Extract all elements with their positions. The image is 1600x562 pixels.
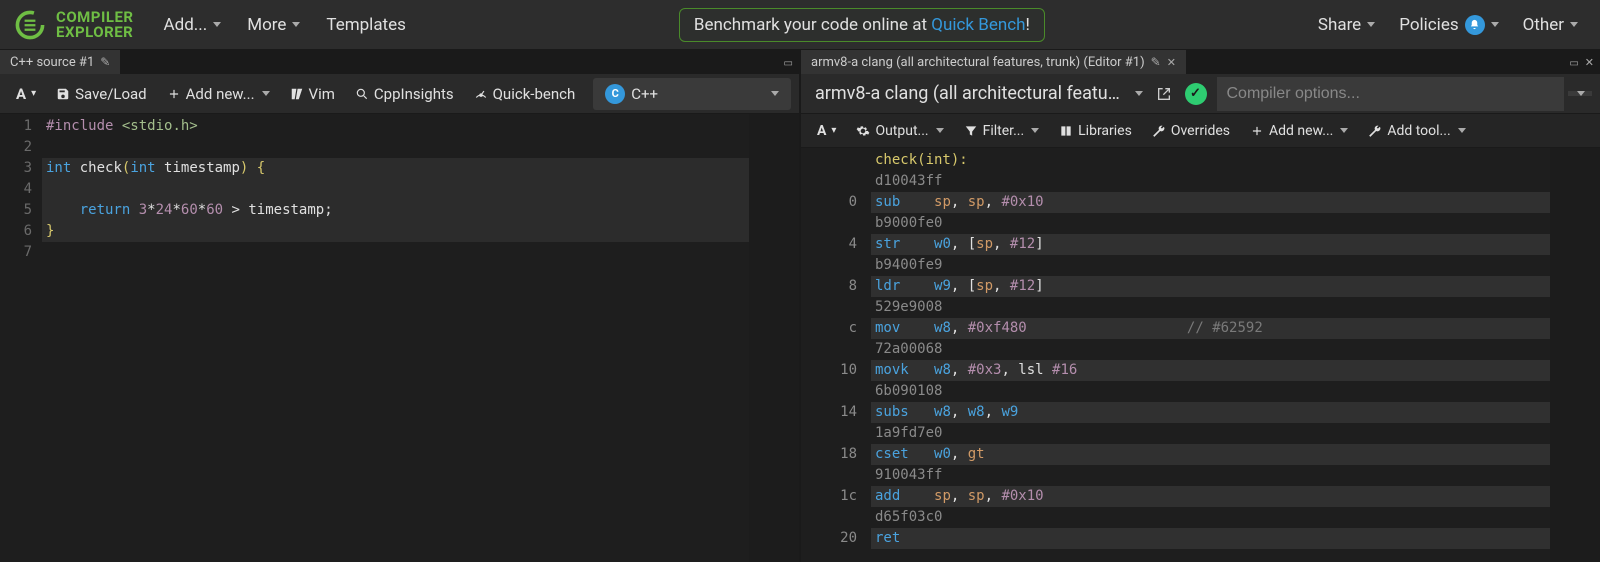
asm-editor[interactable]: 0 4 8 c 10 14 18 1c 20 check(int):d10043… bbox=[801, 148, 1600, 562]
vim-button[interactable]: Vim bbox=[282, 80, 343, 108]
maximize-icon[interactable] bbox=[1569, 56, 1578, 69]
addtool-button[interactable]: Add tool... bbox=[1360, 118, 1473, 144]
save-icon bbox=[56, 87, 70, 101]
compiler-toolbar: armv8-a clang (all architectural feature… bbox=[801, 74, 1600, 114]
wrench-icon bbox=[1152, 124, 1166, 138]
editor-tab[interactable]: C++ source #1 bbox=[0, 50, 121, 74]
magnifier-icon bbox=[355, 87, 369, 101]
editor-pane: C++ source #1 A▾ Save/Load Add new... Vi… bbox=[0, 50, 801, 562]
nav-other[interactable]: Other bbox=[1513, 9, 1588, 41]
addnew-button[interactable]: Add new... bbox=[1242, 118, 1356, 144]
logo-icon bbox=[12, 7, 48, 43]
source-code[interactable]: #include <stdio.h> int check(int timesta… bbox=[42, 114, 749, 562]
nav-add[interactable]: Add... bbox=[154, 9, 232, 41]
wrench-icon bbox=[1368, 124, 1382, 138]
quick-bench-link[interactable]: Quick Bench bbox=[931, 15, 1025, 35]
pencil-icon[interactable] bbox=[100, 55, 110, 70]
promo-banner[interactable]: Benchmark your code online at Quick Benc… bbox=[679, 8, 1045, 42]
plus-icon bbox=[1250, 124, 1264, 138]
topbar: COMPILER EXPLORER Add... More Templates … bbox=[0, 0, 1600, 50]
source-gutter: 1234567 bbox=[0, 114, 42, 562]
asm-code[interactable]: check(int):d10043ffsub sp, sp, #0x10b900… bbox=[871, 148, 1550, 562]
nav-policies[interactable]: Policies bbox=[1389, 9, 1508, 41]
compiler-pane: armv8-a clang (all architectural feature… bbox=[801, 50, 1600, 562]
language-select[interactable]: C C++ bbox=[593, 78, 791, 110]
add-new-button[interactable]: Add new... bbox=[159, 80, 278, 108]
close-icon[interactable] bbox=[1167, 55, 1176, 70]
plus-icon bbox=[167, 87, 181, 101]
source-editor[interactable]: 1234567 #include <stdio.h> int check(int… bbox=[0, 114, 799, 562]
libraries-button[interactable]: Libraries bbox=[1051, 118, 1140, 144]
gauge-icon bbox=[474, 87, 488, 101]
cppinsights-button[interactable]: CppInsights bbox=[347, 80, 462, 108]
book-icon bbox=[1059, 124, 1073, 138]
minimap[interactable] bbox=[1550, 148, 1600, 562]
nav-right: Share Policies Other bbox=[1308, 9, 1588, 41]
output-button[interactable]: Output... bbox=[848, 118, 951, 144]
save-load-button[interactable]: Save/Load bbox=[48, 80, 155, 108]
options-dropdown[interactable] bbox=[1568, 91, 1592, 96]
nav-left: Add... More Templates bbox=[154, 9, 416, 41]
font-button[interactable]: A▾ bbox=[8, 80, 44, 108]
editor-tab-strip: C++ source #1 bbox=[0, 50, 799, 74]
funnel-icon bbox=[964, 124, 978, 138]
font-button[interactable]: A▾ bbox=[809, 118, 844, 144]
compiler-subtoolbar: A▾ Output... Filter... Libraries Overrid… bbox=[801, 114, 1600, 148]
cpp-icon: C bbox=[605, 84, 625, 104]
asm-gutter: 0 4 8 c 10 14 18 1c 20 bbox=[801, 148, 871, 562]
gear-icon bbox=[856, 124, 870, 138]
popout-icon[interactable] bbox=[1153, 83, 1175, 105]
status-ok-icon: ✓ bbox=[1185, 83, 1207, 105]
nav-more[interactable]: More bbox=[237, 9, 310, 41]
vim-icon bbox=[290, 87, 304, 101]
maximize-icon[interactable] bbox=[784, 56, 793, 69]
tab-label: armv8-a clang (all architectural feature… bbox=[811, 55, 1145, 70]
compiler-options-input[interactable] bbox=[1217, 77, 1565, 111]
logo-text: COMPILER EXPLORER bbox=[56, 10, 134, 40]
overrides-button[interactable]: Overrides bbox=[1144, 118, 1238, 144]
logo[interactable]: COMPILER EXPLORER bbox=[12, 7, 134, 43]
compiler-tab[interactable]: armv8-a clang (all architectural feature… bbox=[801, 50, 1187, 74]
bell-icon bbox=[1465, 15, 1485, 35]
nav-templates[interactable]: Templates bbox=[316, 9, 416, 41]
editor-toolbar: A▾ Save/Load Add new... Vim CppInsights … bbox=[0, 74, 799, 114]
close-pane-icon[interactable] bbox=[1585, 56, 1594, 69]
tab-label: C++ source #1 bbox=[10, 55, 94, 70]
quickbench-button[interactable]: Quick-bench bbox=[466, 80, 584, 108]
compiler-tab-strip: armv8-a clang (all architectural feature… bbox=[801, 50, 1600, 74]
pencil-icon[interactable] bbox=[1151, 55, 1161, 70]
filter-button[interactable]: Filter... bbox=[956, 118, 1048, 144]
panes: C++ source #1 A▾ Save/Load Add new... Vi… bbox=[0, 50, 1600, 562]
minimap[interactable] bbox=[749, 114, 799, 562]
compiler-select[interactable]: armv8-a clang (all architectural feature… bbox=[809, 83, 1149, 104]
nav-share[interactable]: Share bbox=[1308, 9, 1385, 41]
